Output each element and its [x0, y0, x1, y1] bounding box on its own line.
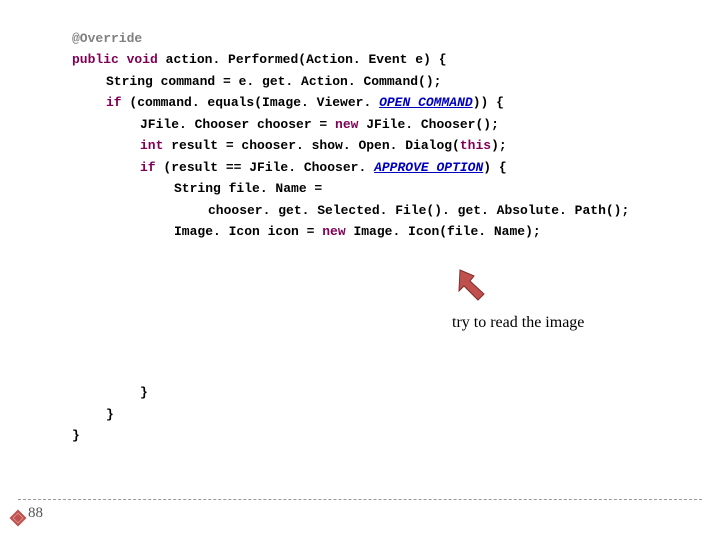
keyword: new	[322, 224, 345, 239]
code-text: action. Performed(Action. Event e) {	[158, 52, 447, 67]
code-text: JFile. Chooser();	[358, 117, 498, 132]
code-line: public void action. Performed(Action. Ev…	[72, 49, 720, 70]
keyword: if	[106, 95, 122, 110]
keyword: void	[127, 52, 158, 67]
code-text: JFile. Chooser chooser =	[140, 117, 335, 132]
brace: }	[140, 385, 148, 400]
code-line: if (command. equals(Image. Viewer. OPEN_…	[72, 92, 720, 113]
constant: APPROVE_OPTION	[374, 160, 483, 175]
code-line: String file. Name =	[72, 178, 720, 199]
page-number: 88	[28, 501, 43, 526]
constant: OPEN_COMMAND	[379, 95, 473, 110]
code-text: ) {	[483, 160, 506, 175]
code-text: Image. Icon icon =	[174, 224, 322, 239]
divider-line	[18, 499, 702, 500]
keyword: this	[460, 138, 491, 153]
code-line: }	[72, 404, 720, 425]
brace: }	[72, 428, 80, 443]
code-text: Image. Icon(file. Name);	[346, 224, 541, 239]
code-text: String file. Name =	[174, 181, 322, 196]
brace: }	[106, 407, 114, 422]
code-text: (command. equals(Image. Viewer.	[122, 95, 372, 110]
keyword: if	[140, 160, 156, 175]
keyword: int	[140, 138, 163, 153]
code-line: String command = e. get. Action. Command…	[72, 71, 720, 92]
code-line: }	[72, 425, 720, 446]
callout-text: try to read the image	[452, 310, 584, 336]
code-line: if (result == JFile. Chooser. APPROVE_OP…	[72, 157, 720, 178]
keyword: new	[335, 117, 358, 132]
bullet-icon	[10, 510, 27, 527]
slide-container: @Override public void action. Performed(…	[0, 0, 720, 540]
code-text: result = chooser. show. Open. Dialog(	[163, 138, 459, 153]
code-line: Image. Icon icon = new Image. Icon(file.…	[72, 221, 720, 242]
code-text: (result == JFile. Chooser.	[156, 160, 367, 175]
code-block: @Override public void action. Performed(…	[72, 28, 720, 447]
code-line: JFile. Chooser chooser = new JFile. Choo…	[72, 114, 720, 135]
code-text: chooser. get. Selected. File(). get. Abs…	[208, 203, 629, 218]
code-line: @Override	[72, 28, 720, 49]
code-text: String command = e. get. Action. Command…	[106, 74, 441, 89]
keyword: public	[72, 52, 119, 67]
arrow-icon	[456, 268, 488, 302]
code-line: chooser. get. Selected. File(). get. Abs…	[72, 200, 720, 221]
code-line: int result = chooser. show. Open. Dialog…	[72, 135, 720, 156]
code-text: )) {	[473, 95, 504, 110]
spacer	[72, 242, 720, 382]
code-text: );	[491, 138, 507, 153]
code-line: }	[72, 382, 720, 403]
annotation: @Override	[72, 31, 142, 46]
